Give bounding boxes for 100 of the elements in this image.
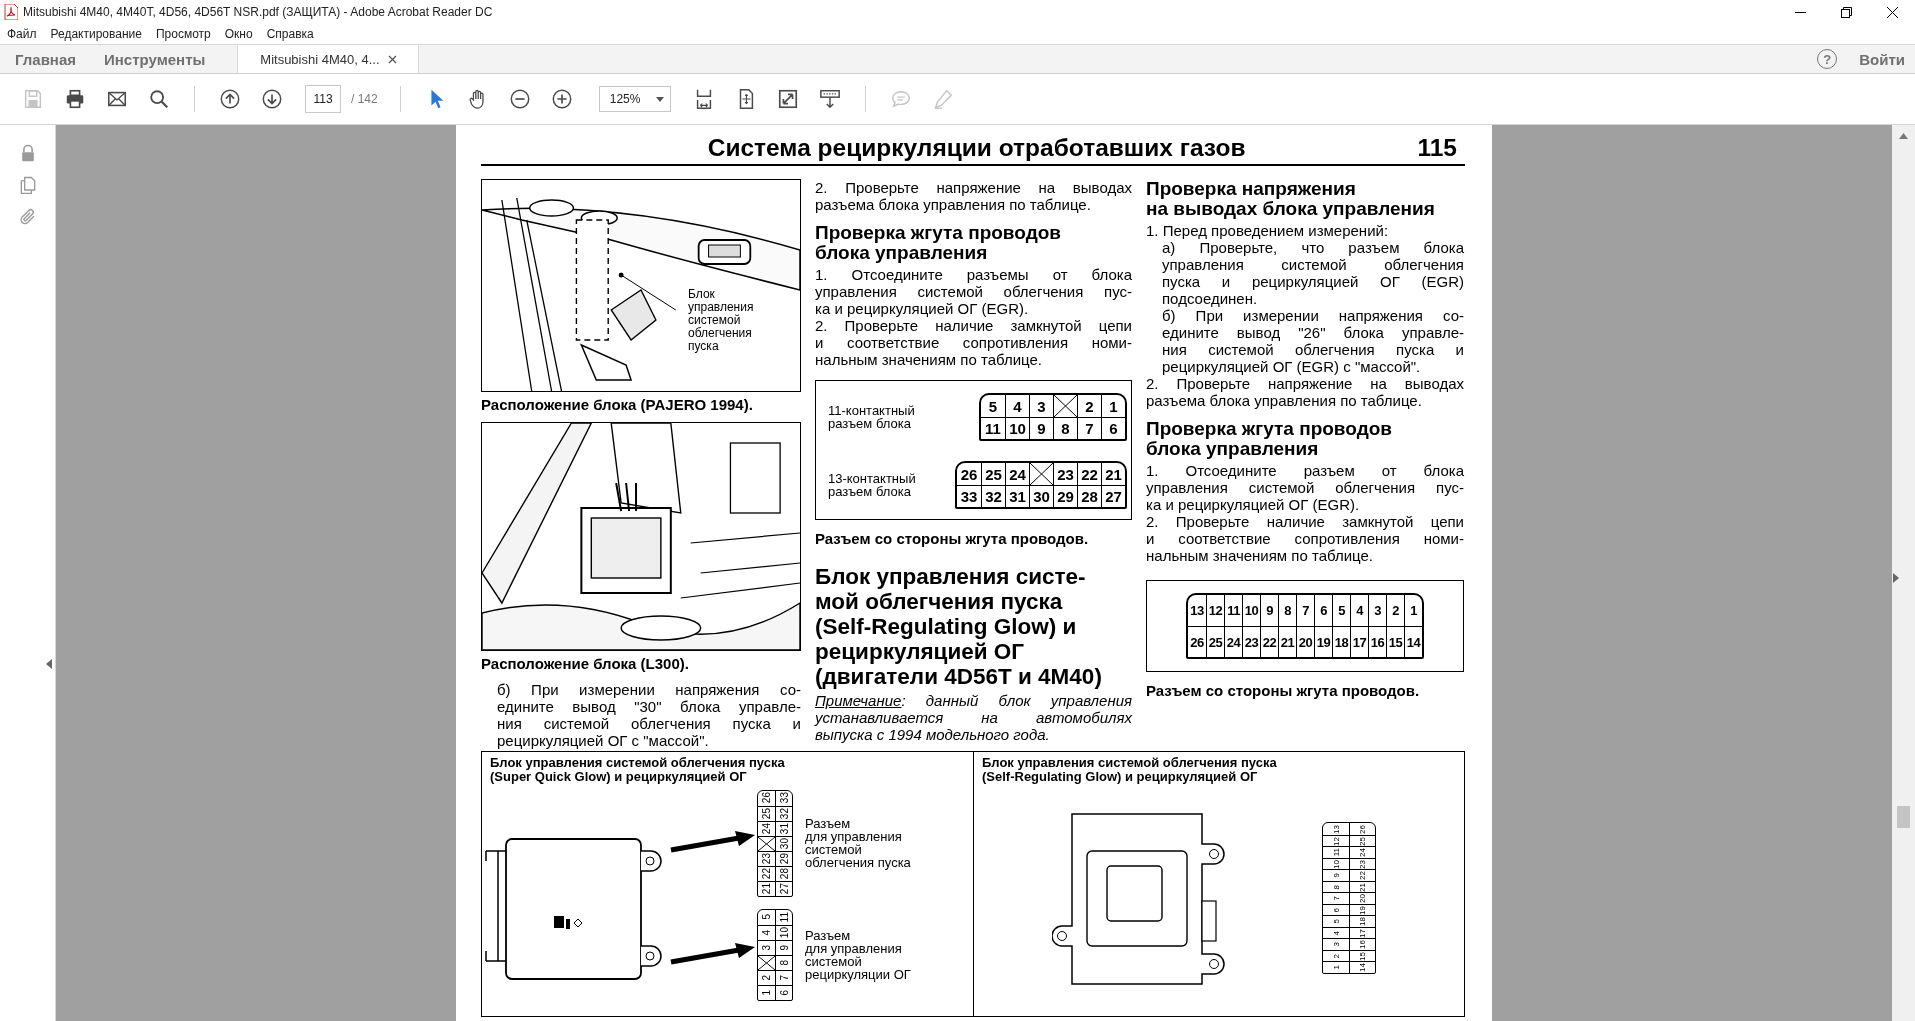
- pdf-file-icon: [4, 4, 18, 20]
- pin-cell: 2: [1386, 595, 1404, 626]
- menu-item[interactable]: Справка: [266, 27, 314, 41]
- pin-cell: 8: [1278, 595, 1296, 626]
- pin-cell: 11: [1224, 595, 1242, 626]
- pin-cell: 6: [1323, 903, 1349, 916]
- pin-cell: 25: [1206, 626, 1224, 657]
- paragraph: 2. Проверьте напряжение на выводах разъема блока управления по таблице.: [1146, 375, 1464, 409]
- pin-cell-text: 5: [987, 396, 999, 417]
- scroll-mode-icon[interactable]: [818, 88, 841, 110]
- pin-cell: 15: [1386, 626, 1404, 657]
- close-icon[interactable]: [387, 54, 397, 64]
- pin-cell: 23: [1053, 463, 1077, 485]
- pin-cell: 7: [775, 969, 792, 985]
- scroll-up-icon[interactable]: [1899, 133, 1908, 139]
- pin-cell: 4: [1350, 595, 1368, 626]
- pin-cell: 6: [1101, 417, 1125, 439]
- collapse-handle-icon[interactable]: [46, 659, 52, 669]
- paragraph: 1. Перед проведением измерений:: [1146, 222, 1390, 239]
- panel-title: Блок управления системой облегчения пуска (Super Quick Glow) и рециркуляцией ОГ: [490, 756, 786, 784]
- pin-cell: 4: [758, 924, 775, 940]
- pin-cell: 11: [1323, 846, 1349, 858]
- crossed-pin-cell: [1029, 463, 1053, 485]
- figure-caption: Разъем со стороны жгута проводов.: [1146, 682, 1421, 700]
- paragraph: б) При измерении напряжения со- едините вывод "30" блока управле- ния системой облегчения пуска и рециркуляцией ОГ с "массой".: [497, 681, 801, 749]
- pin-cell: 21: [758, 880, 775, 896]
- pin-cell: 22: [1260, 626, 1278, 657]
- pin-cell: 15: [1349, 949, 1375, 962]
- menu-item[interactable]: Окно: [224, 27, 253, 41]
- pin-cell: 21: [1101, 463, 1125, 485]
- printer-icon[interactable]: [64, 88, 86, 110]
- menu-item[interactable]: Файл: [7, 27, 37, 41]
- pin-cell: 2: [1323, 949, 1349, 962]
- scroll-thumb[interactable]: [1897, 806, 1910, 828]
- page-number-field[interactable]: 113: [305, 85, 341, 113]
- pin-cell: 24: [1005, 463, 1029, 485]
- pin-cell-text: 26: [760, 791, 773, 806]
- pin-cell: 25: [1349, 834, 1375, 847]
- section-title: Блок управления систе- мой облегчения пуска (Self-Regulating Glow) и рециркуляцией ОГ (двигатели 4D56T и 4M40): [815, 564, 1103, 689]
- pin-cell: 5: [1323, 915, 1349, 927]
- pin-cell: 3: [1323, 938, 1349, 950]
- paragraph: 2. Проверьте наличие замкнутой цепи и соответствие сопротивления номи- нальным значениям по таблице.: [1146, 513, 1464, 564]
- pin-cell: 25: [981, 463, 1005, 485]
- pin-cell: 16: [1368, 626, 1386, 657]
- pin-cell-text: 13: [1330, 823, 1342, 835]
- tab[interactable]: Главная: [0, 45, 90, 73]
- pin-cell: 24: [1224, 626, 1242, 657]
- paragraph: б) При измерении напряжения со- едините вывод "26" блока управле- ния системой облегчения пуска и рециркуляцией ОГ (EGR) с "массой".: [1162, 307, 1464, 375]
- pin-cell: 22: [758, 865, 775, 881]
- restore-icon[interactable]: [1840, 6, 1852, 18]
- section-heading: Проверка жгута проводов блока управления: [1146, 419, 1393, 459]
- pin-cell: 27: [775, 880, 792, 896]
- pin-cell: 22: [1349, 869, 1375, 881]
- search-icon[interactable]: [148, 88, 170, 110]
- caret-icon[interactable]: [655, 96, 664, 102]
- zoom-dropdown[interactable]: 125%: [598, 86, 671, 112]
- pin-cell: 8: [775, 954, 792, 970]
- connector-label: Разъем для управления системой облегчения пуска: [805, 817, 911, 869]
- connector-label: Разъем для управления системой рециркуляции ОГ: [805, 928, 911, 981]
- close-icon[interactable]: [1886, 6, 1898, 18]
- section-heading: Проверка жгута проводов блока управления: [815, 223, 1062, 263]
- pin-cell: 30: [1029, 485, 1053, 507]
- pin-cell: 10: [1242, 595, 1260, 626]
- pin-cell: 8: [1323, 880, 1349, 893]
- pin-cell: 17: [1349, 926, 1375, 939]
- pin-cell: 7: [1077, 417, 1101, 439]
- zoom-in-icon[interactable]: [550, 88, 573, 110]
- connector-label: 11-контактный разъем блока: [828, 404, 915, 430]
- pin-cell: 16: [1349, 938, 1375, 950]
- sign-in-button[interactable]: Войти: [1859, 50, 1905, 68]
- tab[interactable]: Инструменты: [90, 45, 220, 73]
- menu-item[interactable]: Редактирование: [50, 27, 142, 41]
- pin-cell: 2: [758, 969, 775, 985]
- pin-cell: 10: [1323, 857, 1349, 870]
- pin-cell: 11: [775, 909, 792, 925]
- pin-cell: 23: [1349, 857, 1375, 870]
- crossed-pin-cell: [1053, 395, 1077, 417]
- window-title: Mitsubishi 4M40, 4M40T, 4D56, 4D56T NSR.pdf (ЗАЩИТА) - Adobe Acrobat Reader DC: [23, 5, 494, 19]
- pin-cell: 22: [1077, 463, 1101, 485]
- menu-item[interactable]: Просмотр: [155, 27, 211, 41]
- page-header-title: Система рециркуляции отработавших газов: [707, 134, 1246, 162]
- pin-cell: 33: [775, 790, 792, 806]
- tab[interactable]: Mitsubishi 4M40, 4...: [237, 45, 420, 73]
- pin-cell: 10: [1005, 417, 1029, 439]
- figure-caption: Расположение блока (L300).: [481, 655, 690, 673]
- pin-cell: 18: [1349, 915, 1375, 927]
- full-screen-icon[interactable]: [776, 88, 799, 110]
- pin-cell: 23: [1242, 626, 1260, 657]
- zoom-out-icon[interactable]: [508, 88, 531, 110]
- callout-label: Блок управления системой облегчения пуска: [688, 288, 754, 353]
- pin-cell: 6: [1314, 595, 1332, 626]
- pin-cell: 31: [775, 820, 792, 836]
- panel-title: Блок управления системой облегчения пуска (Self-Regulating Glow) и рециркуляцией ОГ: [982, 756, 1278, 784]
- pin-cell: 7: [1323, 892, 1349, 904]
- pin-cell: 8: [1053, 417, 1077, 439]
- pin-cell: 26: [1349, 823, 1375, 835]
- section-heading: Проверка напряжения на выводах блока управления: [1146, 179, 1436, 219]
- page-number: 115: [1417, 134, 1457, 162]
- pin-cell: 1: [1404, 595, 1422, 626]
- crossed-pin-cell: [758, 954, 775, 970]
